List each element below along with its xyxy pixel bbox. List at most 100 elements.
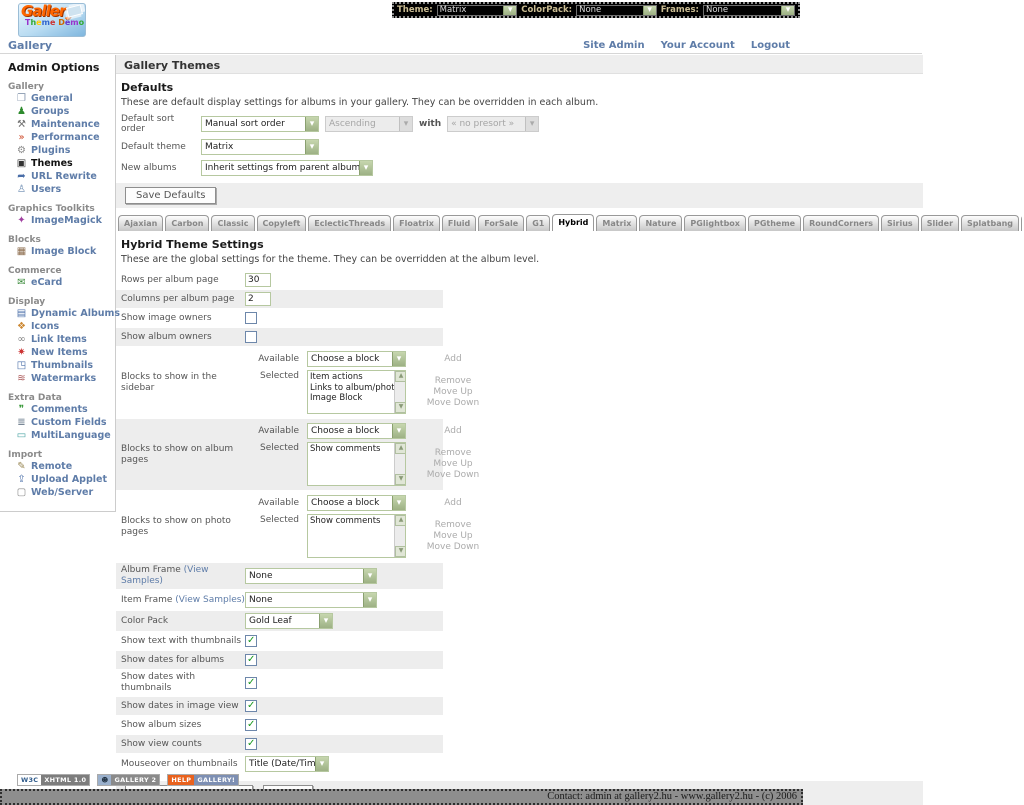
- site-admin-link[interactable]: Site Admin: [583, 40, 645, 51]
- gallery-logo[interactable]: Gallery Theme Demo: [18, 3, 86, 37]
- choose-block-select[interactable]: Choose a block: [307, 423, 406, 439]
- save-defaults-button[interactable]: Save Defaults: [125, 187, 216, 204]
- view-samples-link[interactable]: (View Samples): [175, 595, 245, 605]
- tab-eclecticthreads[interactable]: EclecticThreads: [308, 215, 391, 231]
- list-item[interactable]: Links to album/photo peers: [309, 383, 393, 394]
- tab-nature[interactable]: Nature: [639, 215, 682, 231]
- remove-link[interactable]: Remove: [414, 448, 492, 459]
- sidebar-item-general[interactable]: ❐General: [8, 92, 115, 105]
- sidebar-item-upload-applet[interactable]: ⇪Upload Applet: [8, 473, 115, 486]
- sidebar-item-remote[interactable]: ✎Remote: [8, 460, 115, 473]
- sidebar-item-users[interactable]: ♙Users: [8, 183, 115, 196]
- color-pack-select[interactable]: Gold Leaf: [245, 613, 333, 629]
- sidebar-item-ecard[interactable]: ✉eCard: [8, 276, 115, 289]
- sidebar-item-thumbnails[interactable]: ◳Thumbnails: [8, 359, 115, 372]
- tab-ajaxian[interactable]: Ajaxian: [118, 215, 163, 231]
- tab-sirius[interactable]: Sirius: [881, 215, 919, 231]
- sidebar-item-image-block[interactable]: ▦Image Block: [8, 245, 115, 258]
- show-dates-for-albums-checkbox[interactable]: [245, 654, 257, 666]
- move-up-link[interactable]: Move Up: [414, 531, 492, 542]
- item-frame-select[interactable]: None: [245, 592, 377, 608]
- tab-pglightbox[interactable]: PGlightbox: [684, 215, 746, 231]
- move-up-link[interactable]: Move Up: [414, 387, 492, 398]
- gallery2-badge[interactable]: ☻GALLERY 2: [97, 774, 160, 786]
- tab-classic[interactable]: Classic: [211, 215, 254, 231]
- album-frame-select[interactable]: None: [245, 568, 377, 584]
- remove-link[interactable]: Remove: [414, 376, 492, 387]
- new-albums-select[interactable]: Inherit settings from parent album: [201, 160, 373, 176]
- sidebar-item-link-items[interactable]: ∞Link Items: [8, 333, 115, 346]
- default-theme-select[interactable]: Matrix: [201, 139, 319, 155]
- selected-blocks-list[interactable]: Show comments: [307, 442, 406, 486]
- tab-splatbang[interactable]: Splatbang: [961, 215, 1019, 231]
- show-dates-with-thumbnails-checkbox[interactable]: [245, 677, 257, 689]
- sidebar-item-label: Watermarks: [31, 373, 96, 384]
- sort-order-select[interactable]: Manual sort order: [201, 116, 319, 132]
- help-gallery-badge[interactable]: HELPGALLERY!: [167, 774, 239, 786]
- sidebar-item-url-rewrite[interactable]: ➦URL Rewrite: [8, 170, 115, 183]
- theme-select[interactable]: Matrix: [437, 5, 518, 16]
- logout-link[interactable]: Logout: [751, 40, 790, 51]
- tab-copyleft[interactable]: Copyleft: [257, 215, 307, 231]
- show-text-with-thumbnails-checkbox[interactable]: [245, 635, 257, 647]
- sidebar-item-web-server[interactable]: ▢Web/Server: [8, 486, 115, 499]
- add-link[interactable]: Add: [414, 354, 492, 365]
- sidebar-item-imagemagick[interactable]: ✦ImageMagick: [8, 214, 115, 227]
- tab-floatrix[interactable]: Floatrix: [393, 215, 440, 231]
- show-image-owners-checkbox[interactable]: [245, 312, 257, 324]
- tab-fluid[interactable]: Fluid: [442, 215, 476, 231]
- sidebar-item-performance[interactable]: »Performance: [8, 131, 115, 144]
- breadcrumb[interactable]: Gallery: [8, 39, 52, 52]
- sidebar-item-plugins[interactable]: ⚙Plugins: [8, 144, 115, 157]
- mouseover-on-thumbnails-select[interactable]: Title (Date/Time): [245, 756, 329, 772]
- move-down-link[interactable]: Move Down: [414, 398, 492, 409]
- sidebar-item-custom-fields[interactable]: ≣Custom Fields: [8, 416, 115, 429]
- show-dates-in-image-view-checkbox[interactable]: [245, 700, 257, 712]
- move-up-link[interactable]: Move Up: [414, 459, 492, 470]
- scrollbar[interactable]: [394, 371, 405, 413]
- tab-forsale[interactable]: ForSale: [478, 215, 524, 231]
- page-header: Gallery Theme Demo Theme: Matrix ColorPa…: [0, 0, 1024, 55]
- tab-matrix[interactable]: Matrix: [596, 215, 637, 231]
- tab-carbon[interactable]: Carbon: [165, 215, 209, 231]
- tab-roundcorners[interactable]: RoundCorners: [803, 215, 879, 231]
- frames-select[interactable]: None: [703, 5, 795, 16]
- list-item[interactable]: Image Block: [309, 393, 393, 404]
- list-item[interactable]: Item actions: [309, 372, 393, 383]
- scrollbar[interactable]: [394, 443, 405, 485]
- sidebar-item-icons[interactable]: ❖Icons: [8, 320, 115, 333]
- show-album-owners-checkbox[interactable]: [245, 331, 257, 343]
- move-down-link[interactable]: Move Down: [414, 542, 492, 553]
- move-down-link[interactable]: Move Down: [414, 470, 492, 481]
- show-view-counts-checkbox[interactable]: [245, 738, 257, 750]
- sidebar-item-dynamic-albums[interactable]: ▤Dynamic Albums: [8, 307, 115, 320]
- w3c-xhtml-badge[interactable]: W3CXHTML 1.0: [17, 774, 90, 786]
- list-item[interactable]: Show comments: [309, 516, 393, 527]
- tab-tien[interactable]: Tien: [1021, 215, 1022, 231]
- selected-blocks-list[interactable]: Item actionsLinks to album/photo peersIm…: [307, 370, 406, 414]
- add-link[interactable]: Add: [414, 426, 492, 437]
- sidebar-item-new-items[interactable]: ✷New Items: [8, 346, 115, 359]
- sidebar-item-multilanguage[interactable]: ▭MultiLanguage: [8, 429, 115, 442]
- show-album-sizes-checkbox[interactable]: [245, 719, 257, 731]
- sidebar-item-watermarks[interactable]: ≋Watermarks: [8, 372, 115, 385]
- tab-hybrid[interactable]: Hybrid: [552, 214, 594, 231]
- columns-per-album-page-input[interactable]: [245, 292, 271, 306]
- sidebar-item-comments[interactable]: ❞Comments: [8, 403, 115, 416]
- rows-per-album-page-input[interactable]: [245, 273, 271, 287]
- your-account-link[interactable]: Your Account: [661, 40, 735, 51]
- selected-blocks-list[interactable]: Show comments: [307, 514, 406, 558]
- scrollbar[interactable]: [394, 515, 405, 557]
- remove-link[interactable]: Remove: [414, 520, 492, 531]
- tab-slider[interactable]: Slider: [921, 215, 959, 231]
- add-link[interactable]: Add: [414, 498, 492, 509]
- tab-pgtheme[interactable]: PGtheme: [748, 215, 801, 231]
- choose-block-select[interactable]: Choose a block: [307, 495, 406, 511]
- sidebar-item-groups[interactable]: ♟Groups: [8, 105, 115, 118]
- choose-block-select[interactable]: Choose a block: [307, 351, 406, 367]
- tab-g1[interactable]: G1: [526, 215, 550, 231]
- sidebar-item-themes[interactable]: ▣Themes: [8, 157, 115, 170]
- list-item[interactable]: Show comments: [309, 444, 393, 455]
- colorpack-select[interactable]: None: [576, 5, 657, 16]
- sidebar-item-maintenance[interactable]: ⚒Maintenance: [8, 118, 115, 131]
